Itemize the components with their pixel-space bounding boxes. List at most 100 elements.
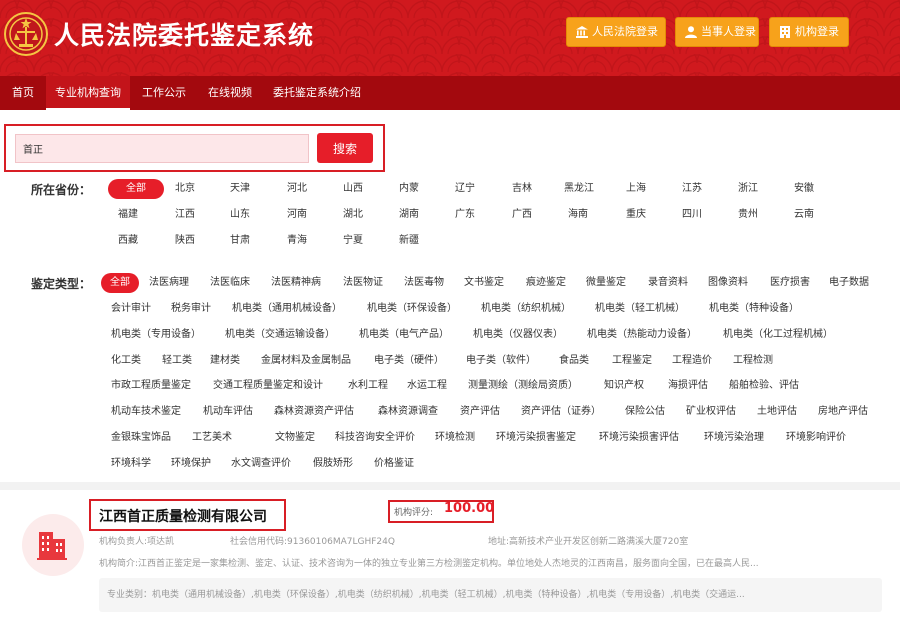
type-chip[interactable]: 海损评估 bbox=[668, 376, 708, 396]
type-chip[interactable]: 痕迹鉴定 bbox=[526, 273, 566, 293]
province-chip[interactable]: 江西 bbox=[175, 205, 195, 225]
type-chip[interactable]: 全部 bbox=[101, 273, 139, 293]
type-chip[interactable]: 环境检测 bbox=[435, 428, 475, 448]
nav-home[interactable]: 首页 bbox=[5, 76, 41, 110]
type-chip[interactable]: 知识产权 bbox=[604, 376, 644, 396]
type-chip[interactable]: 法医精神病 bbox=[271, 273, 321, 293]
type-chip[interactable]: 电子类（软件） bbox=[466, 351, 536, 371]
type-chip[interactable]: 文物鉴定 bbox=[275, 428, 315, 448]
province-chip[interactable]: 湖南 bbox=[399, 205, 419, 225]
nav-work-announcements[interactable]: 工作公示 bbox=[135, 76, 193, 110]
province-chip[interactable]: 上海 bbox=[626, 179, 646, 199]
type-chip[interactable]: 森林资源调查 bbox=[378, 402, 438, 422]
type-chip[interactable]: 机电类（轻工机械） bbox=[595, 299, 685, 319]
type-chip[interactable]: 机动车技术鉴定 bbox=[111, 402, 181, 422]
type-chip[interactable]: 建材类 bbox=[210, 351, 240, 371]
search-button[interactable]: 搜索 bbox=[317, 133, 373, 163]
type-chip[interactable]: 资产评估（证券） bbox=[521, 402, 601, 422]
court-login-button[interactable]: 人民法院登录 bbox=[566, 17, 666, 47]
type-chip[interactable]: 环境科学 bbox=[111, 454, 151, 474]
type-chip[interactable]: 机电类（环保设备） bbox=[367, 299, 457, 319]
type-chip[interactable]: 机电类（特种设备） bbox=[709, 299, 799, 319]
org-name[interactable]: 江西首正质量检测有限公司 bbox=[99, 506, 267, 526]
type-chip[interactable]: 水文调查评价 bbox=[231, 454, 291, 474]
nav-institution-search[interactable]: 专业机构查询 bbox=[46, 76, 130, 110]
province-chip[interactable]: 黑龙江 bbox=[564, 179, 594, 199]
type-chip[interactable]: 机电类（化工过程机械） bbox=[723, 325, 833, 345]
institution-login-button[interactable]: 机构登录 bbox=[769, 17, 849, 47]
party-login-button[interactable]: 当事人登录 bbox=[675, 17, 759, 47]
type-chip[interactable]: 科技咨询 bbox=[335, 428, 375, 448]
type-chip[interactable]: 工程鉴定 bbox=[612, 351, 652, 371]
province-chip[interactable]: 河南 bbox=[287, 205, 307, 225]
type-chip[interactable]: 会计审计 bbox=[111, 299, 151, 319]
type-chip[interactable]: 环境影响评价 bbox=[786, 428, 846, 448]
type-chip[interactable]: 税务审计 bbox=[171, 299, 211, 319]
type-chip[interactable]: 水利工程 bbox=[348, 376, 388, 396]
type-chip[interactable]: 机电类（交通运输设备） bbox=[225, 325, 335, 345]
province-chip[interactable]: 山东 bbox=[230, 205, 250, 225]
province-chip[interactable]: 江苏 bbox=[682, 179, 702, 199]
province-chip[interactable]: 河北 bbox=[287, 179, 307, 199]
type-chip[interactable]: 森林资源资产评估 bbox=[274, 402, 354, 422]
nav-system-intro[interactable]: 委托鉴定系统介绍 bbox=[266, 76, 368, 110]
type-chip[interactable]: 环境污染治理 bbox=[704, 428, 764, 448]
province-chip[interactable]: 重庆 bbox=[626, 205, 646, 225]
type-chip[interactable]: 机动车评估 bbox=[203, 402, 253, 422]
type-chip[interactable]: 电子数据 bbox=[829, 273, 869, 293]
type-chip[interactable]: 交通工程质量鉴定和设计 bbox=[213, 376, 323, 396]
province-chip[interactable]: 湖北 bbox=[343, 205, 363, 225]
province-chip[interactable]: 海南 bbox=[568, 205, 588, 225]
province-chip[interactable]: 辽宁 bbox=[455, 179, 475, 199]
province-chip[interactable]: 宁夏 bbox=[343, 231, 363, 251]
type-chip[interactable]: 机电类（电气产品） bbox=[359, 325, 449, 345]
province-chip[interactable]: 北京 bbox=[175, 179, 195, 199]
type-chip[interactable]: 安全评价 bbox=[375, 428, 415, 448]
type-chip[interactable]: 机电类（纺织机械） bbox=[481, 299, 571, 319]
type-chip[interactable]: 录音资料 bbox=[648, 273, 688, 293]
type-chip[interactable]: 法医物证 bbox=[343, 273, 383, 293]
type-chip[interactable]: 保险公估 bbox=[625, 402, 665, 422]
type-chip[interactable]: 法医毒物 bbox=[404, 273, 444, 293]
type-chip[interactable]: 环境污染损害鉴定 bbox=[496, 428, 576, 448]
province-chip[interactable]: 天津 bbox=[230, 179, 250, 199]
type-chip[interactable]: 环境保护 bbox=[171, 454, 211, 474]
type-chip[interactable]: 机电类（专用设备） bbox=[111, 325, 201, 345]
type-chip[interactable]: 法医临床 bbox=[210, 273, 250, 293]
province-chip[interactable]: 全部 bbox=[108, 179, 164, 199]
province-chip[interactable]: 吉林 bbox=[512, 179, 532, 199]
province-chip[interactable]: 安徽 bbox=[794, 179, 814, 199]
type-chip[interactable]: 机电类（仪器仪表） bbox=[473, 325, 563, 345]
type-chip[interactable]: 金银珠宝饰品 bbox=[111, 428, 171, 448]
type-chip[interactable]: 假肢矫形 bbox=[313, 454, 353, 474]
type-chip[interactable]: 法医病理 bbox=[149, 273, 189, 293]
province-chip[interactable]: 广东 bbox=[455, 205, 475, 225]
province-chip[interactable]: 浙江 bbox=[738, 179, 758, 199]
type-chip[interactable]: 机电类（热能动力设备） bbox=[587, 325, 697, 345]
type-chip[interactable]: 食品类 bbox=[559, 351, 589, 371]
type-chip[interactable]: 电子类（硬件） bbox=[374, 351, 444, 371]
type-chip[interactable]: 机电类（通用机械设备） bbox=[232, 299, 342, 319]
type-chip[interactable]: 土地评估 bbox=[757, 402, 797, 422]
type-chip[interactable]: 工程造价 bbox=[672, 351, 712, 371]
result-card[interactable]: 江西首正质量检测有限公司 机构评分: 100.00 机构负责人:项达凯 社会信用… bbox=[0, 490, 900, 621]
province-chip[interactable]: 西藏 bbox=[118, 231, 138, 251]
type-chip[interactable]: 水运工程 bbox=[407, 376, 447, 396]
type-chip[interactable]: 价格鉴证 bbox=[374, 454, 414, 474]
type-chip[interactable]: 市政工程质量鉴定 bbox=[111, 376, 191, 396]
province-chip[interactable]: 山西 bbox=[343, 179, 363, 199]
type-chip[interactable]: 环境污染损害评估 bbox=[599, 428, 679, 448]
province-chip[interactable]: 内蒙 bbox=[399, 179, 419, 199]
type-chip[interactable]: 微量鉴定 bbox=[586, 273, 626, 293]
nav-online-video[interactable]: 在线视频 bbox=[201, 76, 259, 110]
province-chip[interactable]: 陕西 bbox=[175, 231, 195, 251]
province-chip[interactable]: 青海 bbox=[287, 231, 307, 251]
type-chip[interactable]: 轻工类 bbox=[162, 351, 192, 371]
province-chip[interactable]: 甘肃 bbox=[230, 231, 250, 251]
province-chip[interactable]: 新疆 bbox=[399, 231, 419, 251]
province-chip[interactable]: 贵州 bbox=[738, 205, 758, 225]
province-chip[interactable]: 云南 bbox=[794, 205, 814, 225]
type-chip[interactable]: 文书鉴定 bbox=[464, 273, 504, 293]
province-chip[interactable]: 广西 bbox=[512, 205, 532, 225]
type-chip[interactable]: 金属材料及金属制品 bbox=[261, 351, 351, 371]
